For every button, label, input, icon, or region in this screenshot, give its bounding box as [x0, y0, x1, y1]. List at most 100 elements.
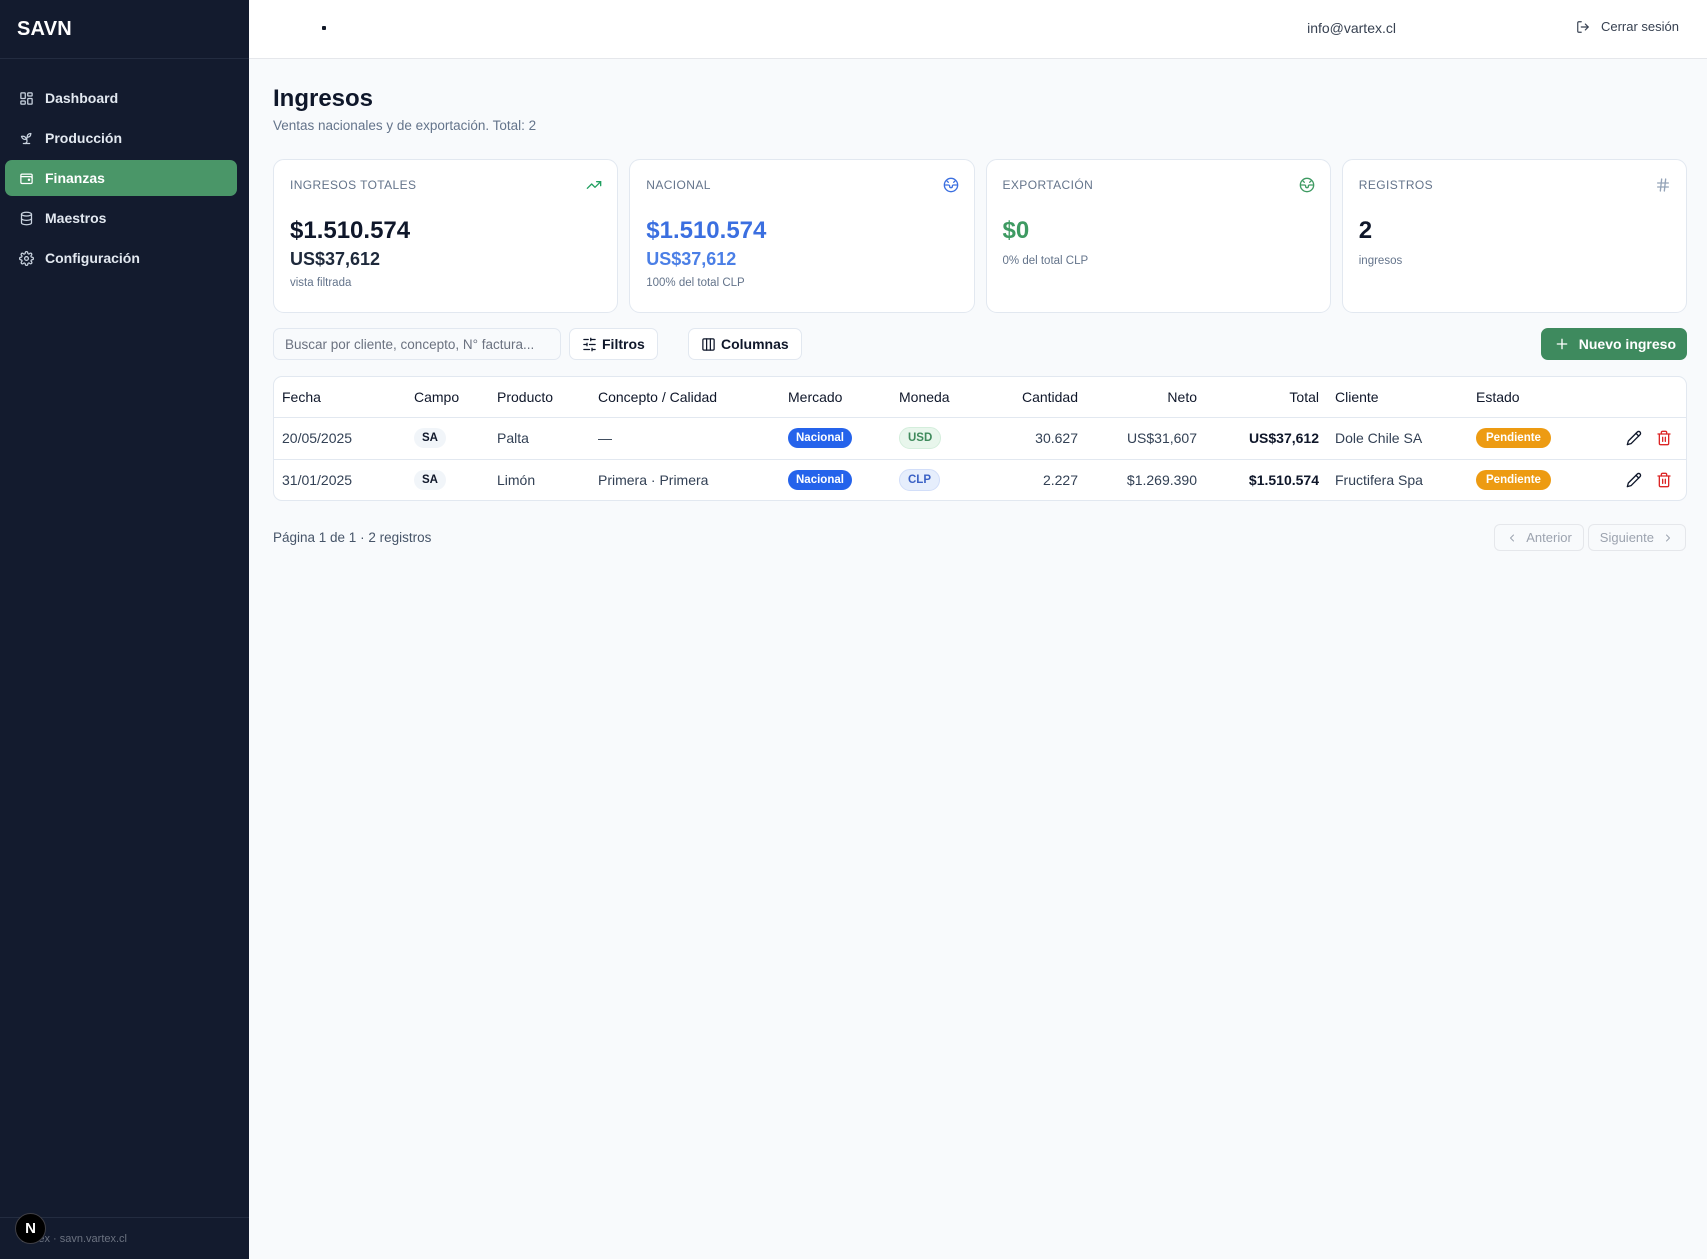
card-note: 0% del total CLP: [1002, 255, 1089, 267]
moneda-badge: CLP: [899, 469, 940, 492]
edit-icon[interactable]: [1626, 430, 1642, 446]
column-header[interactable]: Concepto / Calidad: [590, 377, 780, 418]
cell-producto: Limón: [497, 472, 536, 489]
table-row[interactable]: 31/01/2025 SA Limón Primera · Primera Na…: [274, 459, 1686, 500]
page-subtitle: Ventas nacionales y de exportación. Tota…: [273, 118, 537, 133]
card-value: $0: [1002, 217, 1030, 244]
trending-up-icon: [586, 177, 602, 193]
new-income-label: Nuevo ingreso: [1578, 336, 1676, 352]
card-registros: REGISTROS 2 ingresos: [1341, 159, 1687, 313]
row-actions: [1596, 430, 1678, 446]
campo-badge: SA: [414, 428, 446, 448]
card-label: REGISTROS: [1358, 178, 1434, 192]
sidebar-item-label: Dashboard: [45, 90, 119, 106]
sidebar-item-dashboard[interactable]: Dashboard: [5, 80, 237, 116]
column-header[interactable]: Neto: [1086, 377, 1205, 418]
card-value: $1.510.574: [646, 217, 767, 244]
column-header[interactable]: Campo: [406, 377, 489, 418]
globe-icon: [943, 177, 959, 193]
column-header[interactable]: Mercado: [780, 377, 891, 418]
columns-label: Columnas: [721, 336, 789, 352]
moneda-badge: USD: [899, 427, 942, 449]
page-title: Ingresos: [273, 85, 374, 112]
cell-neto: $1.269.390: [1126, 472, 1197, 489]
column-header[interactable]: Fecha: [274, 377, 406, 418]
globe-icon: [1299, 177, 1315, 193]
cell-cliente: Dole Chile SA: [1327, 417, 1468, 460]
plus-icon: [1556, 338, 1568, 350]
cell-fecha: 31/01/2025: [282, 472, 353, 489]
income-table: Fecha Campo Producto Concepto / Calidad …: [273, 376, 1687, 501]
cell-producto: Palta: [489, 417, 590, 460]
chevron-left-icon: [1510, 534, 1515, 541]
prev-page-button[interactable]: Anterior: [1494, 524, 1584, 551]
columns-button[interactable]: Columnas: [688, 328, 802, 360]
pagination-info: Página 1 de 1 · 2 registros: [273, 530, 432, 545]
card-note: ingresos: [1358, 255, 1403, 267]
delete-icon[interactable]: [1656, 430, 1672, 446]
sidebar-item-maestros[interactable]: Maestros: [5, 200, 237, 236]
sidebar-nav: Dashboard Producción Finanzas Maestros C…: [0, 59, 249, 276]
search-input[interactable]: [273, 328, 561, 360]
cell-concepto: —: [590, 417, 780, 460]
sliders-icon: [583, 337, 596, 351]
sidebar-item-produccion[interactable]: Producción: [5, 120, 237, 156]
new-income-button[interactable]: Nuevo ingreso: [1540, 328, 1687, 360]
delete-icon[interactable]: [1656, 472, 1672, 488]
database-icon: [18, 210, 34, 226]
mercado-badge: Nacional: [788, 428, 852, 448]
card-sub-value: US$37,612: [290, 249, 381, 269]
status-badge: Pendiente: [1476, 470, 1551, 491]
card-value: $1.510.574: [290, 217, 411, 244]
logout-icon: [1577, 20, 1589, 33]
cell-total: $1.510.574: [1248, 472, 1319, 489]
topbar: info@vartex.cl Cerrar sesión: [249, 0, 1707, 59]
cell-fecha: 20/05/2025: [274, 417, 406, 460]
actions-header: [1588, 377, 1686, 418]
column-header[interactable]: Estado: [1468, 377, 1588, 418]
filters-button[interactable]: Filtros: [569, 328, 658, 360]
brand-logo[interactable]: SAVN: [0, 0, 249, 59]
card-label: INGRESOS TOTALES: [290, 178, 417, 192]
card-exportacion: EXPORTACIÓN $0 0% del total CLP: [985, 159, 1331, 313]
prev-page-label: Anterior: [1526, 530, 1572, 545]
column-header[interactable]: Cantidad: [988, 377, 1086, 418]
table-header-row: Fecha Campo Producto Concepto / Calidad …: [274, 377, 1686, 418]
wallet-icon: [18, 170, 34, 186]
pager: Anterior Siguiente: [1494, 524, 1686, 551]
dashboard-icon: [18, 90, 34, 106]
column-header[interactable]: Cliente: [1327, 377, 1468, 418]
mercado-badge: Nacional: [788, 470, 852, 491]
columns-icon: [702, 337, 715, 351]
chevron-right-icon: [1666, 534, 1670, 541]
nextjs-badge[interactable]: N: [15, 1213, 46, 1244]
card-note: vista filtrada: [290, 277, 352, 289]
row-actions: [1596, 472, 1678, 488]
column-header[interactable]: Total: [1205, 377, 1327, 418]
cell-total: US$37,612: [1205, 417, 1327, 460]
edit-icon[interactable]: [1626, 472, 1642, 488]
logout-button[interactable]: Cerrar sesión: [1576, 19, 1679, 34]
sidebar: SAVN Dashboard Producción Finanzas Maest…: [0, 0, 249, 1259]
sidebar-item-finanzas[interactable]: Finanzas: [5, 160, 237, 196]
cell-concepto: Primera · Primera: [598, 472, 709, 489]
sidebar-item-label: Maestros: [45, 210, 107, 226]
stats-cards: INGRESOS TOTALES $1.510.574 US$37,612 vi…: [273, 159, 1687, 313]
card-label: NACIONAL: [646, 178, 711, 192]
status-badge: Pendiente: [1476, 428, 1551, 448]
table-row[interactable]: 20/05/2025 SA Palta — Nacional USD 30.62…: [274, 417, 1686, 460]
sidebar-item-label: Configuración: [45, 250, 140, 266]
campo-badge: SA: [414, 470, 446, 491]
next-page-button[interactable]: Siguiente: [1587, 524, 1686, 551]
column-header[interactable]: Moneda: [891, 377, 988, 418]
main-content: Ingresos Ventas nacionales y de exportac…: [249, 59, 1707, 1259]
column-header[interactable]: Producto: [489, 377, 590, 418]
card-sub-value: US$37,612: [646, 249, 737, 269]
cell-cliente: Fructifera Spa: [1335, 472, 1423, 489]
gear-icon: [18, 250, 34, 266]
next-page-label: Siguiente: [1599, 530, 1654, 545]
logout-label: Cerrar sesión: [1600, 19, 1679, 34]
sidebar-item-configuracion[interactable]: Configuración: [5, 240, 237, 276]
sidebar-item-label: Producción: [45, 130, 123, 146]
card-label: EXPORTACIÓN: [1002, 178, 1094, 192]
